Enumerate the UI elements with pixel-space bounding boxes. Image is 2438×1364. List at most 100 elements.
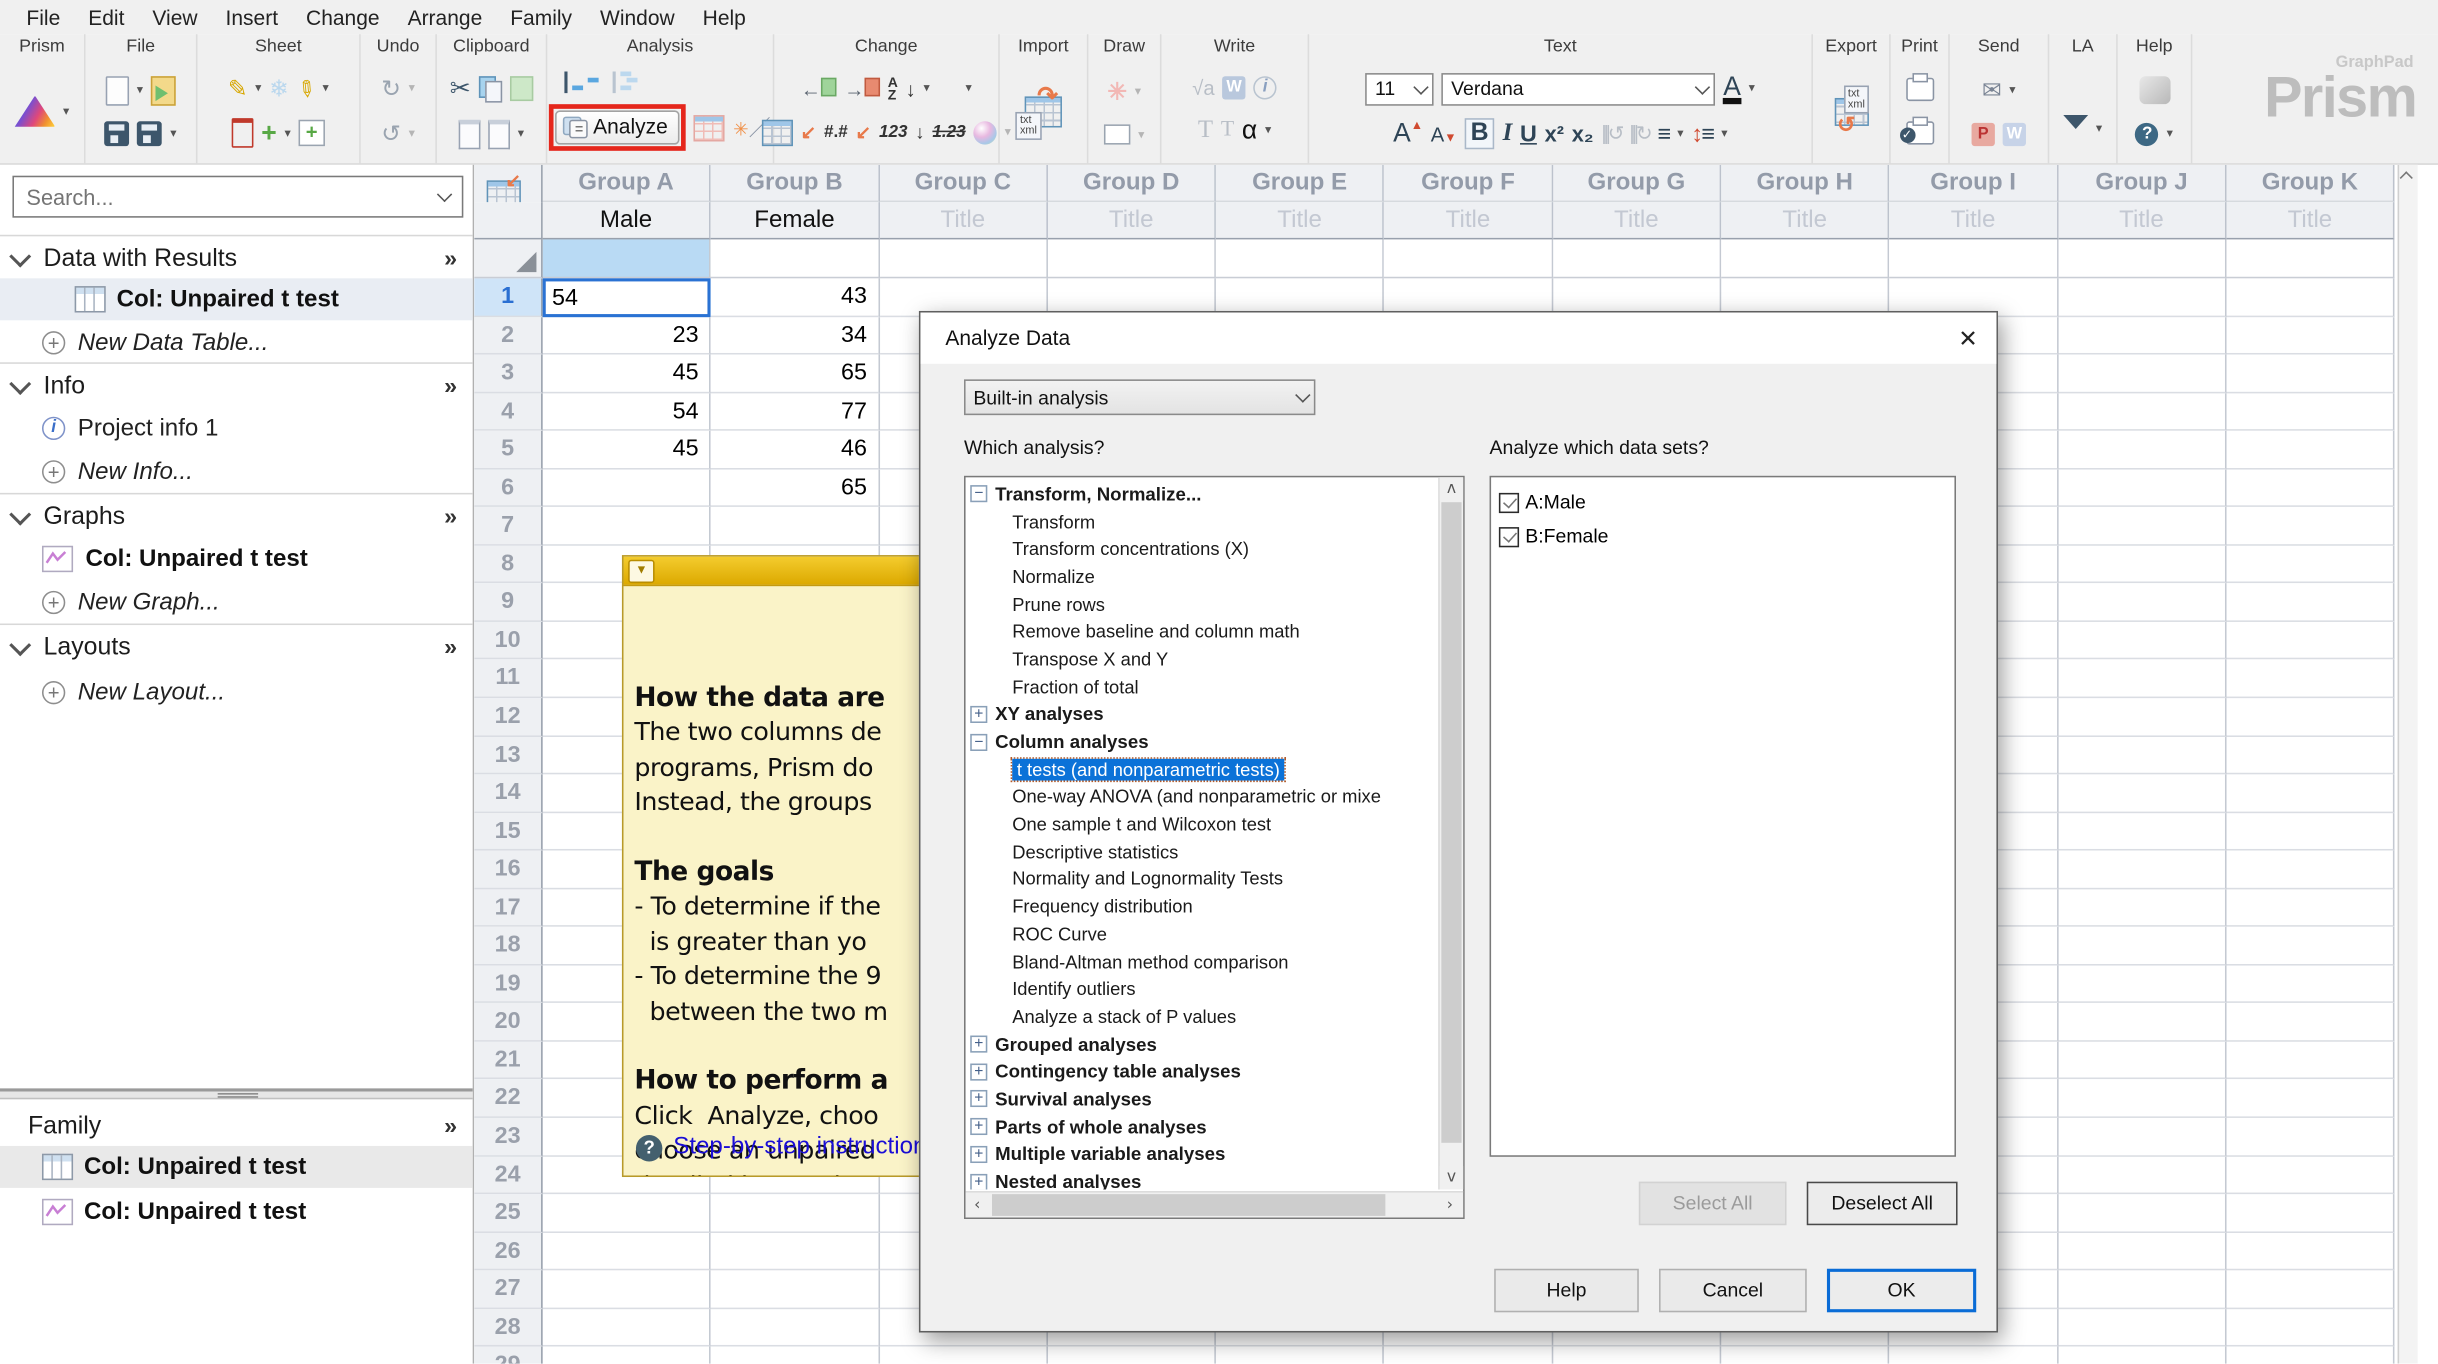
pin-sheet-icon[interactable]: ✎ [290, 73, 321, 105]
cell-group-a[interactable]: 45 [542, 430, 712, 470]
save-icon[interactable] [104, 121, 130, 147]
scroll-left-icon[interactable]: ‹ [965, 1194, 989, 1218]
dataset-checkbox-row[interactable]: A:Male [1491, 485, 1954, 519]
section-expand-icon[interactable]: » [444, 634, 457, 660]
cell[interactable] [2058, 736, 2227, 775]
menu-item[interactable]: Arrange [394, 5, 497, 28]
analysis-tree-item[interactable]: Transform concentrations (X) [966, 535, 1440, 563]
row-number[interactable]: 1 [474, 278, 543, 317]
cell-group-b[interactable] [711, 1194, 880, 1233]
new-file-button[interactable]: ▾ [105, 75, 143, 106]
cell[interactable] [2226, 278, 2395, 317]
plot-analysis-icon[interactable] [563, 70, 603, 93]
send-to-powerpoint-icon[interactable]: P [1971, 122, 1995, 146]
undo-icon[interactable]: ↺ [381, 119, 401, 147]
cell[interactable] [2226, 1003, 2395, 1042]
cell-group-a[interactable] [542, 507, 712, 546]
sidebar-item-new-info[interactable]: + New Info... [0, 451, 473, 493]
section-layouts[interactable]: Layouts» [0, 628, 473, 667]
analysis-tree-item[interactable]: One sample t and Wilcoxon test [966, 810, 1440, 838]
paste-special-icon[interactable] [488, 119, 510, 149]
dataset-checkbox-row[interactable]: B:Female [1491, 519, 1954, 553]
cell[interactable] [1216, 1346, 1385, 1364]
analysis-tree-item[interactable]: Contingency table analyses [966, 1058, 1440, 1086]
table-vertical-scrollbar[interactable] [2397, 164, 2418, 1364]
analysis-type-select[interactable]: Built-in analysis [964, 379, 1316, 416]
row-number[interactable]: 5 [474, 430, 543, 470]
row-number[interactable]: 29 [474, 1346, 543, 1364]
analysis-tree-item[interactable]: Nested analyses [966, 1168, 1440, 1190]
font-size-select[interactable]: 11 [1365, 72, 1435, 106]
greek-alpha-icon[interactable]: α [1242, 116, 1257, 147]
cell[interactable] [2058, 927, 2227, 966]
column-title-header[interactable]: Title [2058, 202, 2227, 240]
cell[interactable] [2226, 430, 2395, 470]
sidebar-item-data-table[interactable]: Col: Unpaired t test [0, 278, 473, 321]
analysis-tree-item[interactable]: Transpose X and Y [966, 645, 1440, 673]
cell[interactable] [2058, 583, 2227, 622]
cell[interactable] [2058, 1270, 2227, 1309]
cell[interactable] [2226, 927, 2395, 966]
cell[interactable] [2226, 507, 2395, 546]
sidebar-item-new-layout[interactable]: + New Layout... [0, 672, 473, 714]
analysis-tree-item[interactable]: t tests (and nonparametric tests) [966, 755, 1440, 783]
tree-expander-icon[interactable] [970, 1173, 988, 1190]
row-number[interactable]: 28 [474, 1308, 543, 1347]
column-title-header[interactable]: Title [1889, 202, 2059, 240]
row-number[interactable]: 11 [474, 659, 543, 699]
analysis-tree-item[interactable]: ROC Curve [966, 920, 1440, 948]
analysis-tree-item[interactable]: Bland-Altman method comparison [966, 948, 1440, 976]
section-expand-icon[interactable]: » [444, 246, 457, 272]
change-table-format-icon[interactable] [761, 119, 793, 146]
cell-group-a[interactable]: 45 [542, 354, 712, 393]
cell[interactable] [2226, 965, 2395, 1004]
cell[interactable] [2058, 316, 2227, 355]
tree-expander-icon[interactable] [970, 1118, 988, 1136]
cell-group-b[interactable]: 77 [711, 392, 880, 431]
cell[interactable] [2058, 621, 2227, 660]
analysis-tree-item[interactable]: Normality and Lognormality Tests [966, 865, 1440, 893]
family-item-graph[interactable]: Col: Unpaired t test [0, 1191, 473, 1233]
line-spacing-icon[interactable]: ↕≡ [1691, 121, 1715, 147]
section-data-with-results[interactable]: Data with Results» [0, 239, 473, 278]
cell-group-a[interactable] [542, 469, 712, 508]
move-left-icon[interactable]: ← [801, 77, 837, 101]
open-file-icon[interactable] [150, 75, 176, 106]
cell[interactable] [2058, 1346, 2227, 1364]
cell[interactable] [2058, 278, 2227, 317]
tree-expander-icon[interactable] [970, 705, 988, 723]
underline-icon[interactable]: U [1520, 121, 1537, 147]
section-expand-icon[interactable]: » [444, 373, 457, 399]
analysis-tree-item[interactable]: One-way ANOVA (and nonparametric or mixe [966, 783, 1440, 811]
row-number[interactable]: 3 [474, 354, 543, 393]
cell[interactable] [2226, 659, 2395, 699]
font-color-button[interactable]: A [1723, 73, 1741, 104]
analysis-tree-item[interactable]: Remove baseline and column math [966, 618, 1440, 646]
info-add-icon[interactable]: i [1253, 75, 1277, 99]
menu-item[interactable]: Insert [212, 5, 292, 28]
analysis-tree-item[interactable]: Parts of whole analyses [966, 1113, 1440, 1141]
spacer-cell-selected[interactable] [542, 239, 712, 279]
cell[interactable] [2058, 1003, 2227, 1042]
cell[interactable] [2226, 354, 2395, 393]
checkbox-checked-icon[interactable] [1498, 526, 1520, 547]
cell[interactable] [2058, 545, 2227, 584]
cell[interactable] [1553, 1346, 1722, 1364]
cell[interactable] [2058, 1079, 2227, 1118]
email-icon[interactable]: ✉ [1982, 77, 2002, 104]
cell-group-b[interactable]: 46 [711, 430, 880, 470]
row-number[interactable]: 6 [474, 469, 543, 508]
cell[interactable] [1048, 1346, 1217, 1364]
cell[interactable] [2058, 659, 2227, 699]
cell[interactable] [2226, 774, 2395, 813]
sidebar-item-graph[interactable]: Col: Unpaired t test [0, 538, 473, 580]
cell-group-a[interactable] [542, 1308, 712, 1347]
cell-group-b[interactable]: 43 [711, 278, 880, 317]
section-expand-icon[interactable]: » [444, 504, 457, 530]
row-number[interactable]: 21 [474, 1041, 543, 1080]
cell-group-a[interactable] [542, 1270, 712, 1309]
column-group-header[interactable]: Group H [1721, 164, 1890, 203]
copy-icon[interactable] [478, 76, 502, 104]
cancel-button[interactable]: Cancel [1659, 1268, 1807, 1313]
close-icon[interactable]: ✕ [1958, 324, 1978, 352]
